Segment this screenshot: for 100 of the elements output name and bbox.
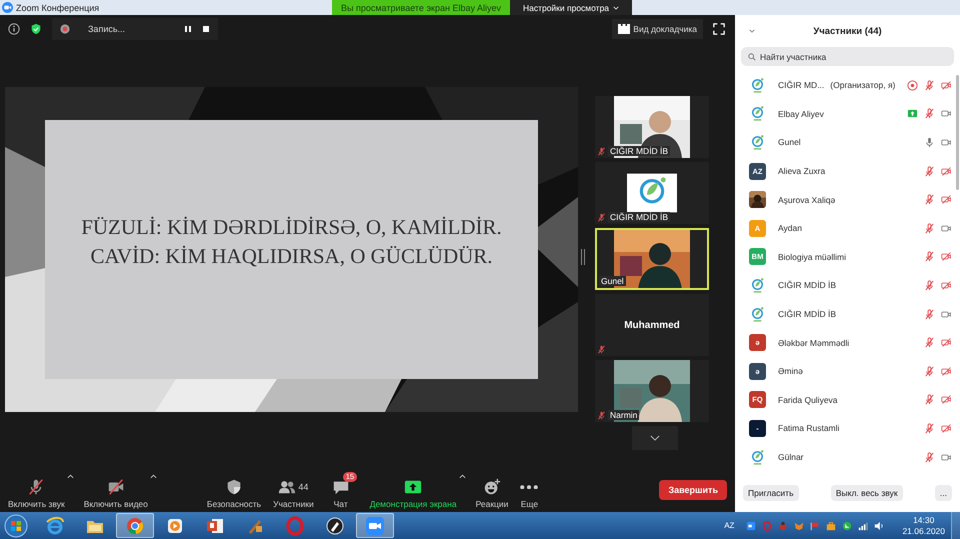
search-field[interactable]: Найти участника [741,47,954,66]
muted-mic-icon[interactable] [924,422,936,434]
more-icon [520,484,538,490]
video-off-icon[interactable] [941,80,952,91]
toolbar-button[interactable]: Еще [518,471,540,509]
muted-mic-icon[interactable] [924,308,936,320]
briefcase-icon[interactable] [826,520,836,530]
video-off-icon [106,478,125,496]
browser-icon [125,516,145,536]
caret-up-icon[interactable] [150,474,157,479]
muted-mic-icon[interactable] [924,108,936,120]
caret-up-icon[interactable] [66,474,74,479]
muted-mic-icon[interactable] [924,194,936,206]
fullscreen-icon[interactable] [713,23,725,35]
bug-icon[interactable] [778,520,788,530]
video-off-icon[interactable] [941,251,952,262]
participant-name: Ələkbər Məmmədli [778,338,850,348]
toolbar-button[interactable]: Демонстрация экрана [368,471,459,509]
shield-icon [224,478,243,496]
pause-icon[interactable] [184,25,192,33]
participant-name: Narmin [608,410,640,420]
participant-role: (Организатор, я) [830,80,896,90]
slide-text: FÜZULİ: KİM DƏRDLİDİRSƏ, O, KAMİLDİR. [81,214,502,240]
video-off-icon[interactable] [941,394,952,406]
video-tile[interactable]: Muhammed [595,294,709,356]
muted-mic-icon [27,478,46,496]
toolbar-button[interactable]: Безопасность [204,471,264,509]
toolbar-button[interactable]: Включить видео [82,471,150,509]
caret-up-icon[interactable] [458,474,466,479]
recording-label: Запись... [87,24,126,34]
muted-mic-icon[interactable] [924,394,936,406]
leaf-logo-icon [749,76,766,94]
video-off-icon[interactable] [941,166,952,177]
language-indicator[interactable]: AZ [724,521,734,530]
muted-mic-icon[interactable] [924,337,936,348]
leaf-logo-icon [749,276,766,294]
toolbar-button[interactable]: Реакции [474,471,510,509]
video-camera-icon[interactable] [746,520,756,530]
muted-mic-icon[interactable] [924,166,936,177]
participant-name: CIĞIR MD... [778,80,824,90]
participant-name: Aşurova Xaliqə [778,194,836,205]
video-camera-icon [365,516,385,536]
participant-name: Fatima Rustamli [778,423,840,434]
panel-button[interactable]: ... [934,485,952,501]
globe-icon [45,516,65,536]
video-tile[interactable]: CIĞIR MDİD İB [595,96,709,158]
speaker-icon[interactable] [874,520,884,530]
video-off-icon[interactable] [941,194,952,206]
stop-icon[interactable] [202,25,210,33]
show-desktop-button[interactable] [951,512,960,539]
participant-name: Biologiya müəllimi [778,252,846,262]
video-off-icon[interactable] [941,337,952,348]
panel-button[interactable]: Выкл. весь звук [830,485,903,501]
info-icon[interactable] [8,23,20,35]
muted-mic-icon[interactable] [924,251,936,262]
speaker-view-button[interactable]: Вид докладчика [612,19,703,39]
participant-name: Muhammed [624,320,680,330]
participant-name: Gülnar [778,452,804,462]
video-tile[interactable]: Gunel [595,228,709,290]
clock-date: 21.06.2020 [902,526,945,536]
video-camera-icon[interactable] [941,108,952,120]
view-options-button[interactable]: Настройки просмотра [510,0,632,15]
participant-name: Farida Quliyeva [778,394,838,405]
leaf-logo-icon [749,448,766,466]
participant-name: Alieva Zuxra [778,166,826,176]
flag-icon[interactable] [810,520,820,530]
panel-button[interactable]: Пригласить [743,485,799,501]
end-meeting-button[interactable]: Завершить [659,480,727,500]
leaf-logo-icon [749,105,766,122]
people-icon [278,478,296,496]
muted-mic-icon[interactable] [924,366,936,377]
grid-icon [618,24,630,34]
start-button[interactable] [4,514,28,538]
leaf-logo-icon [749,134,766,151]
fox-icon[interactable] [794,520,804,530]
ring-icon [285,516,305,536]
clock-time: 14:30 [913,514,934,526]
mic-icon[interactable] [924,136,936,148]
toolbar-button[interactable]: Включить звук [6,471,67,509]
video-off-icon[interactable] [941,366,952,377]
muted-mic-icon[interactable] [924,222,936,234]
signal-icon[interactable] [858,520,868,530]
window-title: Zoom Конференция [16,2,100,12]
participant-name: Gunel [778,137,801,148]
muted-mic-icon[interactable] [924,452,936,463]
toolbar-button[interactable]: 44 Участники [271,471,316,509]
chevron-down-icon[interactable] [749,29,755,33]
video-tile[interactable]: Narmin [595,360,709,422]
shield-icon[interactable] [30,23,42,35]
share-screen-icon [404,478,422,496]
search-icon [748,52,756,60]
video-off-icon[interactable] [941,422,952,434]
participant-name: Aydan [778,223,802,234]
video-off-icon[interactable] [941,280,952,291]
muted-mic-icon[interactable] [924,280,936,291]
splitter-handle[interactable] [581,249,585,265]
muted-mic-icon[interactable] [924,80,936,91]
video-tile[interactable]: CIĞIR MDİD İB [595,162,709,224]
chevron-down-icon [650,435,660,441]
caret-icon [613,6,620,10]
